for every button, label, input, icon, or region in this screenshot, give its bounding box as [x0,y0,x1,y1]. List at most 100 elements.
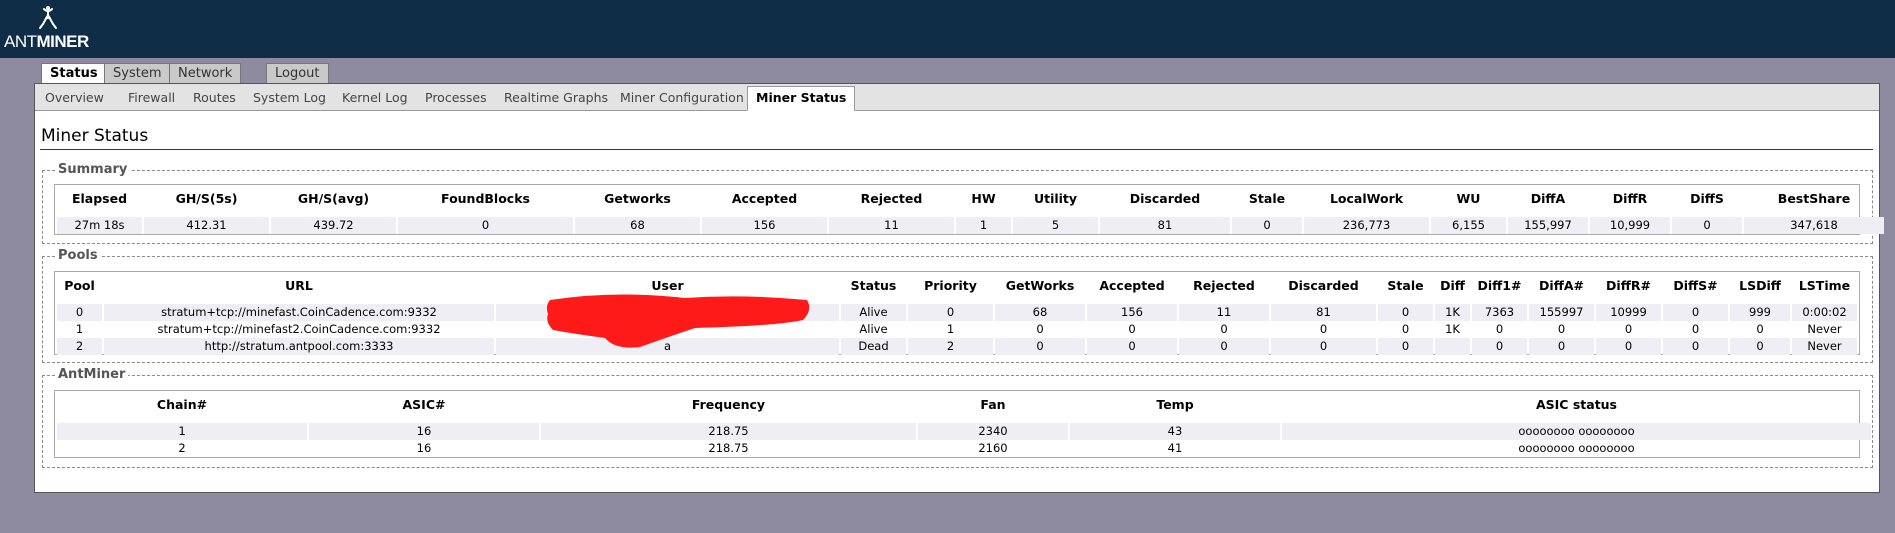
subtab-miner-configuration[interactable]: Miner Configuration [620,88,744,108]
sub-tab-bar: Overview Firewall Routes System Log Kern… [35,84,1879,111]
summary-cell: 347,618 [1744,217,1884,234]
summary-header-gh-s-5s: GH/S(5s) [175,190,238,206]
pool-cell: 156 [1087,304,1177,321]
antminer-logo[interactable]: ANTMINER [4,6,94,54]
summary-cell: 236,773 [1304,217,1429,234]
pools-header-stale: Stale [1387,277,1424,293]
subtab-firewall[interactable]: Firewall [128,88,175,108]
logo-suffix: MINER [36,32,90,51]
summary-cell: 81 [1100,217,1230,234]
antminer-header-frequency: Frequency [691,396,766,412]
pool-cell: 0 [1557,322,1566,336]
summary-header-accepted: Accepted [731,190,798,206]
pool-cell: 155997 [1529,304,1594,321]
pool-cell: 68 [995,304,1085,321]
summary-cell: 0 [1672,217,1742,234]
pools-header-lsdiff: LSDiff [1739,277,1781,293]
chain-cell: 16 [309,423,539,440]
summary-header-foundblocks: FoundBlocks [441,190,530,206]
summary-cell: 155,997 [1508,217,1588,234]
miner-figure-icon [39,6,57,29]
summary-cell: 412.31 [144,217,269,234]
pools-header-status: Status [850,277,897,293]
summary-header-diffs: DiffS [1690,190,1724,206]
pool-cell: 0 [1756,322,1764,336]
summary-header-hw: HW [971,190,996,206]
chain-cell: oooooooo oooooooo [1282,423,1871,440]
pools-header-getworks: GetWorks [1005,277,1075,293]
subtab-overview[interactable]: Overview [45,88,104,108]
pool-cell: Dead [841,338,906,355]
subtab-miner-status[interactable]: Miner Status [747,86,856,111]
chain-cell: oooooooo oooooooo [1518,441,1635,455]
chain-cell: 2 [178,441,186,455]
pools-table: Pool URL User Status Priority GetWorks Accepte… [55,274,1859,355]
tab-network[interactable]: Network [169,63,242,83]
pool-row: 0 stratum+tcp://minefast.CoinCadence.com:… [57,304,1857,321]
tab-status[interactable]: Status [41,63,107,85]
pool-cell: 0 [1179,338,1269,355]
pool-cell: 0 [1319,322,1328,336]
antminer-header-row: Chain# ASIC# Frequency Fan Temp ASIC status [57,393,1871,415]
subtab-processes[interactable]: Processes [425,88,487,108]
pool-cell: 2 [57,338,102,355]
pools-header-discarded: Discarded [1288,277,1359,293]
pools-legend: Pools [55,248,101,263]
pools-header-url: URL [285,277,313,293]
pools-header-accepted: Accepted [1099,277,1165,293]
summary-header-localwork: LocalWork [1329,190,1404,206]
pool-cell: 0 [1529,338,1594,355]
pool-cell: 2 [908,338,993,355]
summary-header-row: Elapsed GH/S(5s) GH/S(avg) FoundBlocks Getwo… [57,187,1884,209]
summary-cell: 1 [956,217,1011,234]
pool-cell: 0 [1624,322,1633,336]
antminer-header-fan: Fan [980,396,1006,412]
summary-header-getworks: Getworks [604,190,671,206]
antminer-section: AntMiner Chain# ASIC# Frequency Fan Temp ASIC… [42,367,1873,468]
pool-cell: Never [1792,338,1857,355]
chain-cell: 218.75 [541,423,916,440]
pools-table-box: Pool URL User Status Priority GetWorks Accepte… [54,271,1860,355]
pool-cell: 0 [1730,338,1790,355]
subtab-routes[interactable]: Routes [193,88,236,108]
summary-cell: 27m 18s [57,217,142,234]
pool-cell: 0 [908,304,993,321]
pool-cell: stratum+tcp://minefast2.CoinCadence.com:… [157,322,441,336]
chain-cell: 218.75 [708,441,749,455]
pool-cell: 0 [1472,338,1527,355]
pool-cell [1435,338,1470,355]
pool-cell: 0:00:02 [1792,304,1857,321]
chain-cell: 2340 [918,423,1068,440]
pool-cell: 0 [1378,338,1433,355]
pool-cell: 10999 [1596,304,1661,321]
summary-cell: 156 [702,217,827,234]
summary-header-wu: WU [1456,190,1481,206]
pool-cell: Alive [841,304,906,321]
chain-cell: 16 [416,441,432,455]
summary-header-gh-s-avg: GH/S(avg) [297,190,370,206]
antminer-header-chain: Chain# [156,396,208,412]
summary-table: Elapsed GH/S(5s) GH/S(avg) FoundBlocks Getwo… [55,187,1886,234]
summary-cell: 6,155 [1431,217,1506,234]
pool-cell: http://stratum.antpool.com:3333 [104,338,494,355]
pool-row: 2 http://stratum.antpool.com:3333 a Dead 2 0 0… [57,338,1857,355]
subtab-realtime-graphs[interactable]: Realtime Graphs [504,88,608,108]
chain-cell: 1 [57,423,307,440]
chain-row: 1 16 218.75 2340 43 oooooooo oooooooo [57,423,1871,440]
logout-button[interactable]: Logout [266,63,329,83]
pools-header-priority: Priority [924,277,977,293]
pools-header-row: Pool URL User Status Priority GetWorks Accepte… [57,274,1857,296]
pool-cell: 0 [995,338,1085,355]
summary-cell: 5 [1013,217,1098,234]
pool-cell: 0 [1691,322,1700,336]
summary-data-row: 27m 18s 412.31 439.72 0 68 156 11 1 5 81 0 236,773 6… [57,217,1884,234]
pool-cell: 1 [75,322,84,336]
subtab-kernel-log[interactable]: Kernel Log [342,88,408,108]
tab-system[interactable]: System [104,63,171,83]
subtab-system-log[interactable]: System Log [253,88,326,108]
pools-header-pool: Pool [64,277,95,293]
summary-legend: Summary [55,162,131,177]
summary-header-diffr: DiffR [1612,190,1648,206]
summary-cell: 0 [1232,217,1302,234]
pool-cell: 0 [1087,338,1177,355]
